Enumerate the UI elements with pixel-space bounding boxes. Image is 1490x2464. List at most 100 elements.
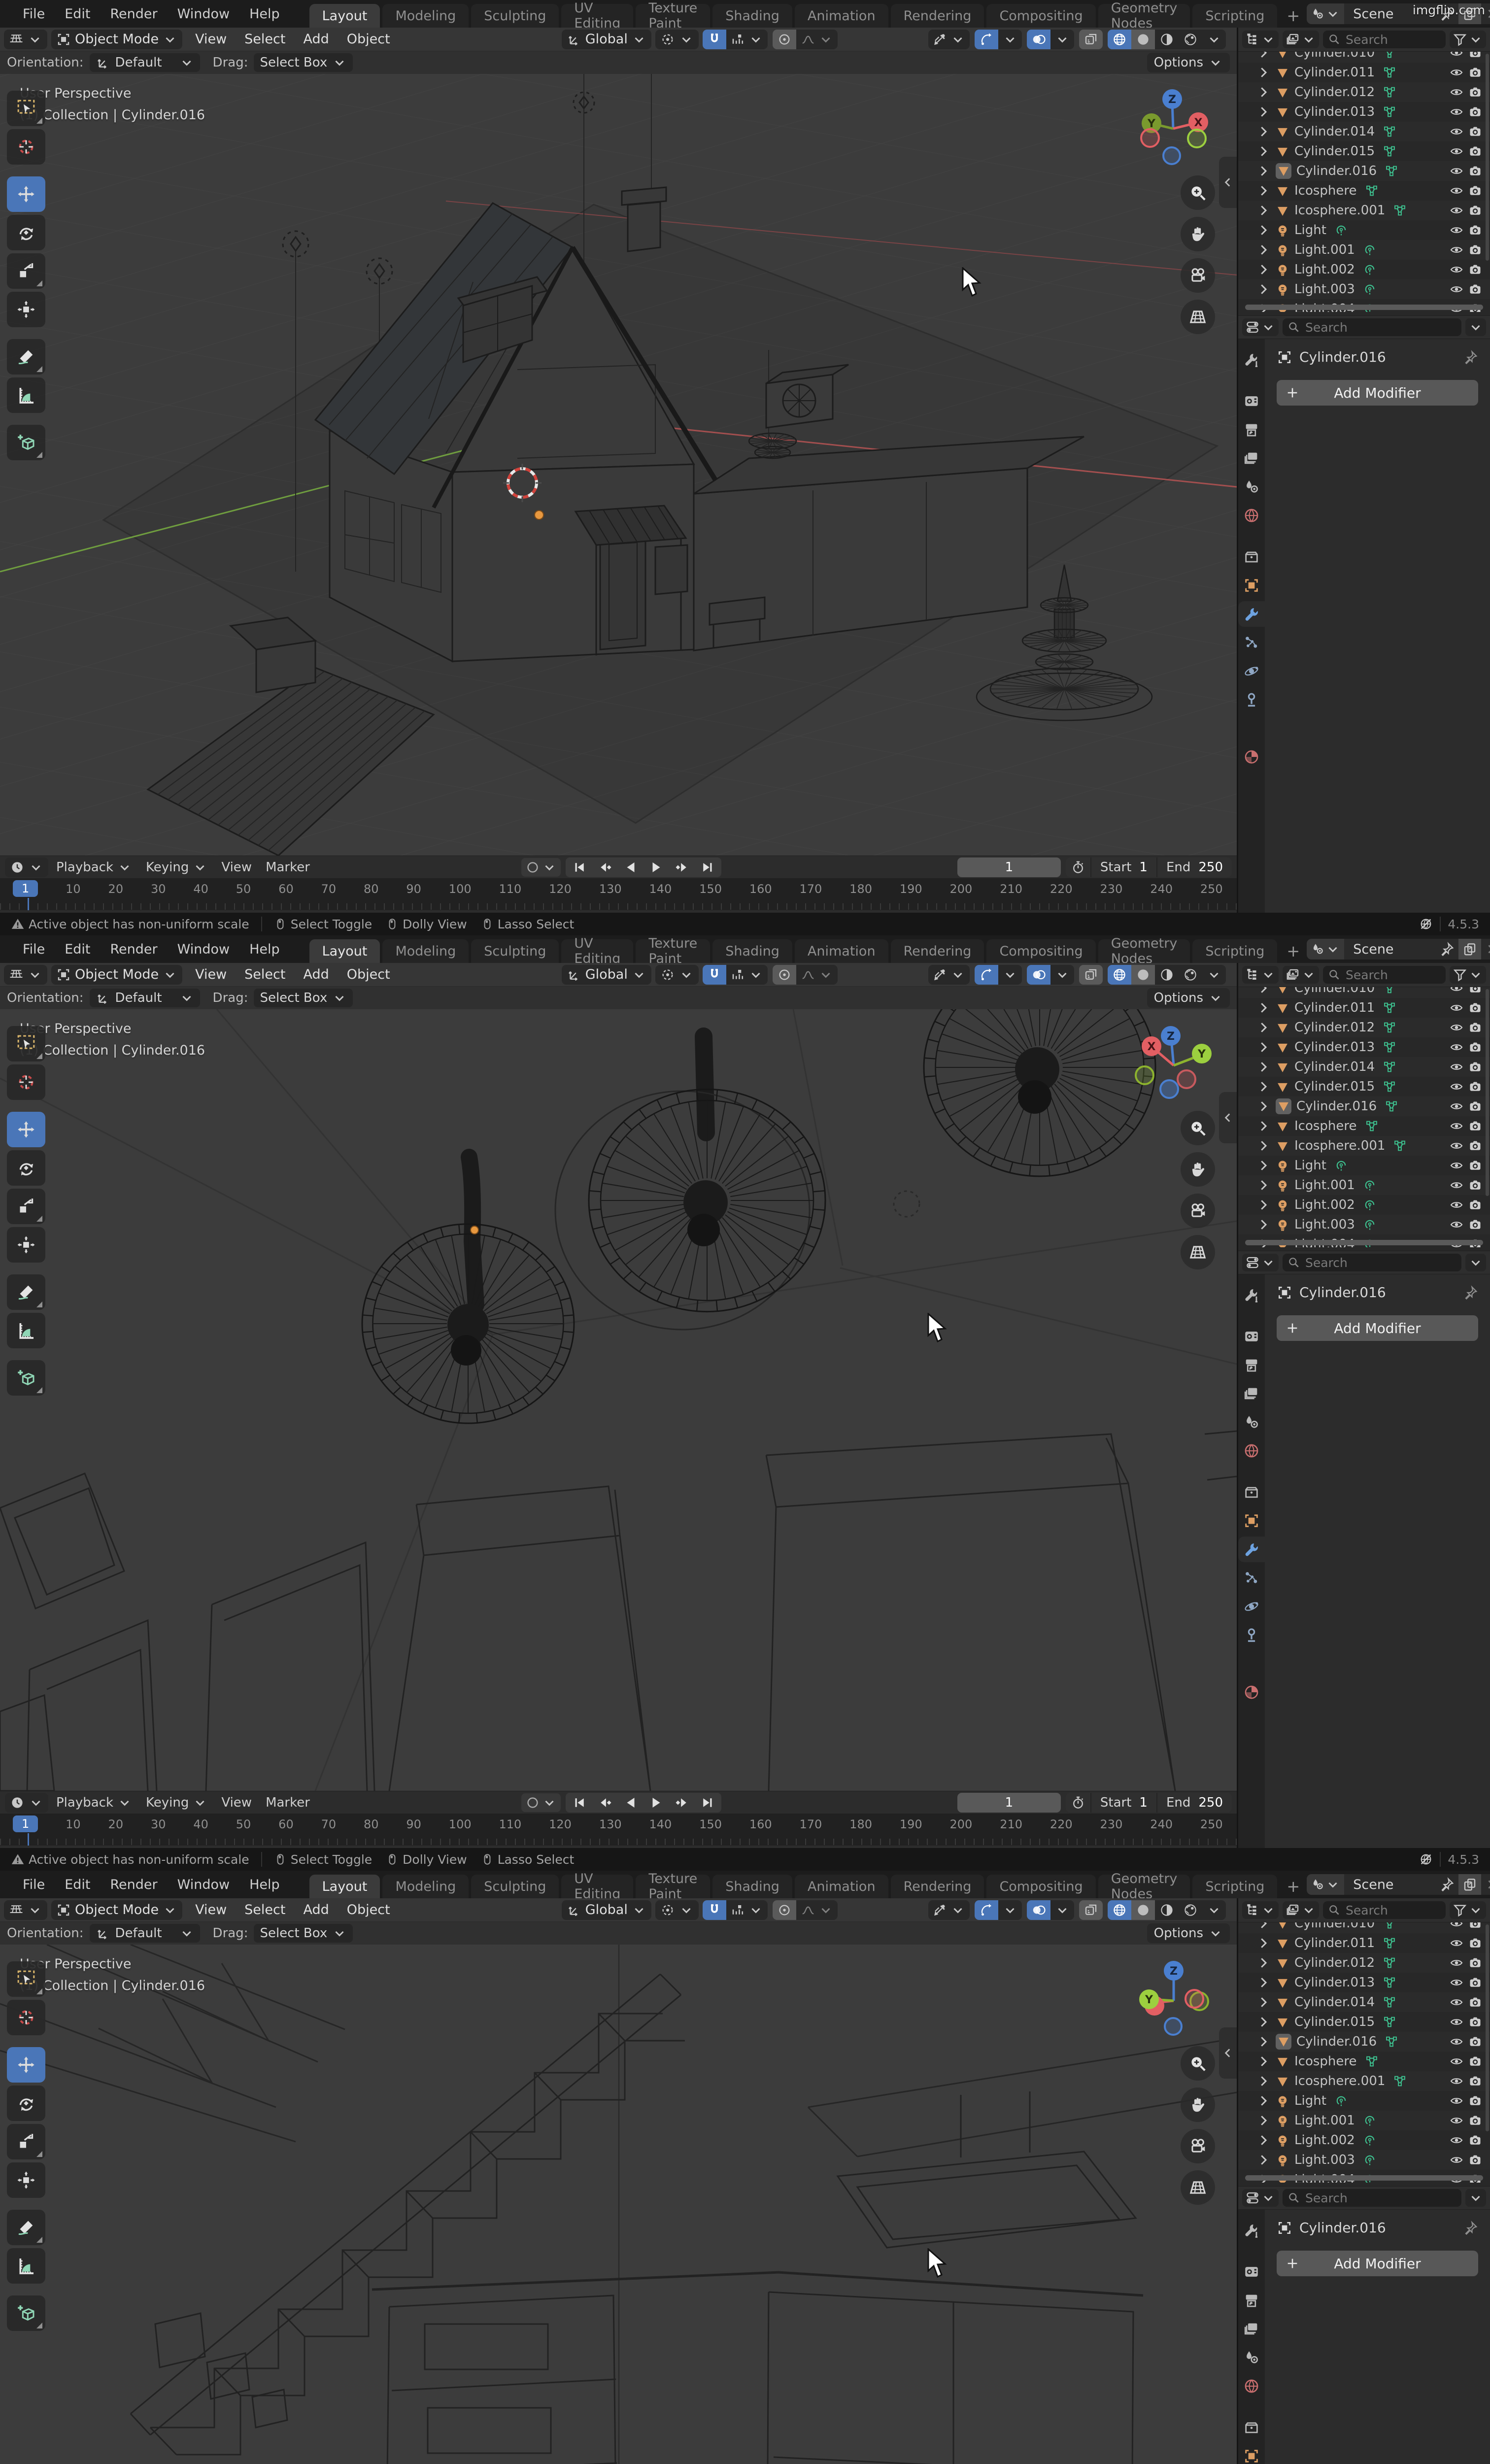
properties-editor-type[interactable] <box>1242 1254 1279 1271</box>
outliner-search-input[interactable]: Search <box>1323 1901 1446 1919</box>
proportional-editing[interactable] <box>773 965 838 985</box>
tab-animation[interactable]: Animation <box>795 4 888 28</box>
hide-in-viewport-icon[interactable] <box>1450 2094 1463 2108</box>
properties-tab-coll[interactable] <box>1238 2415 1265 2440</box>
viewport-menu-object[interactable]: Object <box>338 1902 399 1917</box>
outliner-item-cylinder.013[interactable]: Cylinder.013 <box>1238 1037 1490 1057</box>
properties-tab-coll[interactable] <box>1238 544 1265 570</box>
scene-name[interactable]: Scene <box>1344 942 1436 957</box>
tool-transform-button[interactable] <box>7 1227 45 1263</box>
hide-in-viewport-icon[interactable] <box>1450 987 1463 995</box>
hide-in-viewport-icon[interactable] <box>1450 52 1463 60</box>
pan-button[interactable] <box>1181 2088 1215 2122</box>
editor-type-button[interactable] <box>4 965 47 985</box>
disable-in-renders-icon[interactable] <box>1468 1139 1482 1153</box>
tab-geometry-nodes[interactable]: Geometry Nodes <box>1098 1875 1190 1898</box>
properties-tab-phys[interactable] <box>1238 658 1265 684</box>
timeline-ruler[interactable]: 1102030405060708090100110120130140150160… <box>0 878 1237 913</box>
tab-uv-editing[interactable]: UV Editing <box>561 939 633 963</box>
orientation-dropdown[interactable]: Default <box>90 1924 200 1943</box>
outliner-item-icosphere[interactable]: Icosphere <box>1238 2052 1490 2071</box>
disable-in-renders-icon[interactable] <box>1468 223 1482 237</box>
previous-keyframe-button[interactable] <box>592 858 618 876</box>
tool-rotate-button[interactable] <box>7 2086 45 2121</box>
hide-in-viewport-icon[interactable] <box>1450 2054 1463 2068</box>
visibility-toggle[interactable] <box>928 30 970 49</box>
outliner-item-cylinder.011[interactable]: Cylinder.011 <box>1238 63 1490 82</box>
properties-search-input[interactable]: Search <box>1283 318 1461 336</box>
current-frame-indicator[interactable]: 1 <box>13 1815 38 1832</box>
disable-in-renders-icon[interactable] <box>1468 243 1482 257</box>
properties-editor-type[interactable] <box>1242 2189 1279 2207</box>
tab-texture-paint[interactable]: Texture Paint <box>636 939 710 963</box>
timeline-menu-view[interactable]: View <box>214 1795 259 1810</box>
hide-in-viewport-icon[interactable] <box>1450 2153 1463 2167</box>
outliner-scope[interactable] <box>1283 966 1319 984</box>
play-reverse-button[interactable] <box>618 1794 643 1812</box>
mode-selector[interactable]: Object Mode <box>51 1900 182 1920</box>
outliner-scope[interactable] <box>1283 31 1319 48</box>
hide-in-viewport-icon[interactable] <box>1450 1021 1463 1034</box>
disable-in-renders-icon[interactable] <box>1468 1956 1482 1970</box>
outliner-item-cylinder.014[interactable]: Cylinder.014 <box>1238 122 1490 141</box>
options-button[interactable]: Options <box>1147 53 1230 72</box>
tool-pen-button[interactable] <box>7 2210 45 2245</box>
tool-select-button[interactable] <box>7 1026 45 1061</box>
drag-dropdown[interactable]: Select Box <box>254 989 353 1007</box>
viewport-menu-add[interactable]: Add <box>294 1902 338 1917</box>
proportional-editing[interactable] <box>773 30 838 49</box>
hide-in-viewport-icon[interactable] <box>1450 2074 1463 2088</box>
outliner-item-cylinder.015[interactable]: Cylinder.015 <box>1238 1077 1490 1096</box>
delete-scene-icon[interactable] <box>1481 939 1490 959</box>
tool-pen-button[interactable] <box>7 1274 45 1310</box>
tab-rendering[interactable]: Rendering <box>891 1875 984 1898</box>
properties-tab-data[interactable] <box>1238 1651 1265 1677</box>
disable-in-renders-icon[interactable] <box>1468 66 1482 79</box>
properties-tab-tool[interactable] <box>1238 2218 1265 2243</box>
shading-modes[interactable] <box>1108 1900 1226 1920</box>
hide-in-viewport-icon[interactable] <box>1450 2015 1463 2029</box>
hide-in-viewport-icon[interactable] <box>1450 1080 1463 1094</box>
outliner-item-light.003[interactable]: Light.003 <box>1238 1215 1490 1234</box>
properties-tab-mod[interactable] <box>1238 1537 1265 1562</box>
properties-tab-render[interactable] <box>1238 388 1265 414</box>
pin-id-icon[interactable] <box>1463 1285 1478 1300</box>
shading-modes[interactable] <box>1108 965 1226 985</box>
navigation-gizmo[interactable] <box>1126 1016 1220 1110</box>
outliner-item-light[interactable]: Light <box>1238 220 1490 240</box>
viewport-menu-select[interactable]: Select <box>236 1902 294 1917</box>
disable-in-renders-icon[interactable] <box>1468 1936 1482 1950</box>
timeline-menu-view[interactable]: View <box>214 860 259 875</box>
jump-to-start-button[interactable] <box>567 1794 592 1812</box>
hide-in-viewport-icon[interactable] <box>1450 263 1463 276</box>
start-frame-field[interactable]: Start1 <box>1091 857 1156 877</box>
next-keyframe-button[interactable] <box>669 1794 695 1812</box>
tab-geometry-nodes[interactable]: Geometry Nodes <box>1098 4 1190 28</box>
hide-in-viewport-icon[interactable] <box>1450 184 1463 198</box>
properties-tab-tool[interactable] <box>1238 347 1265 373</box>
tool-cursor-button[interactable] <box>7 2000 45 2035</box>
outliner-scope[interactable] <box>1283 1901 1319 1919</box>
timeline-editor-type[interactable] <box>5 857 48 877</box>
tool-select-button[interactable] <box>7 91 45 126</box>
outliner-item-light[interactable]: Light <box>1238 2091 1490 2111</box>
outliner-item-light.002[interactable]: Light.002 <box>1238 1195 1490 1215</box>
tool-cursor-button[interactable] <box>7 1064 45 1100</box>
disable-in-renders-icon[interactable] <box>1468 2133 1482 2147</box>
disable-in-renders-icon[interactable] <box>1468 1119 1482 1133</box>
outliner-item-icosphere.001[interactable]: Icosphere.001 <box>1238 2071 1490 2091</box>
hide-in-viewport-icon[interactable] <box>1450 1099 1463 1113</box>
jump-to-start-button[interactable] <box>567 858 592 876</box>
tab-scripting[interactable]: Scripting <box>1192 939 1277 963</box>
timeline-menu-marker[interactable]: Marker <box>259 1795 317 1810</box>
hide-in-viewport-icon[interactable] <box>1450 1060 1463 1074</box>
outliner-vertical-scrollbar[interactable] <box>1486 989 1489 1196</box>
outliner-item-light.001[interactable]: Light.001 <box>1238 240 1490 260</box>
show-gizmo[interactable] <box>975 965 1022 985</box>
scene-selector[interactable]: Scene <box>1307 939 1490 959</box>
disable-in-renders-icon[interactable] <box>1468 1178 1482 1192</box>
disable-in-renders-icon[interactable] <box>1468 144 1482 158</box>
properties-tab-output[interactable] <box>1238 417 1265 443</box>
outliner-item-icosphere[interactable]: Icosphere <box>1238 181 1490 201</box>
play-reverse-button[interactable] <box>618 858 643 876</box>
